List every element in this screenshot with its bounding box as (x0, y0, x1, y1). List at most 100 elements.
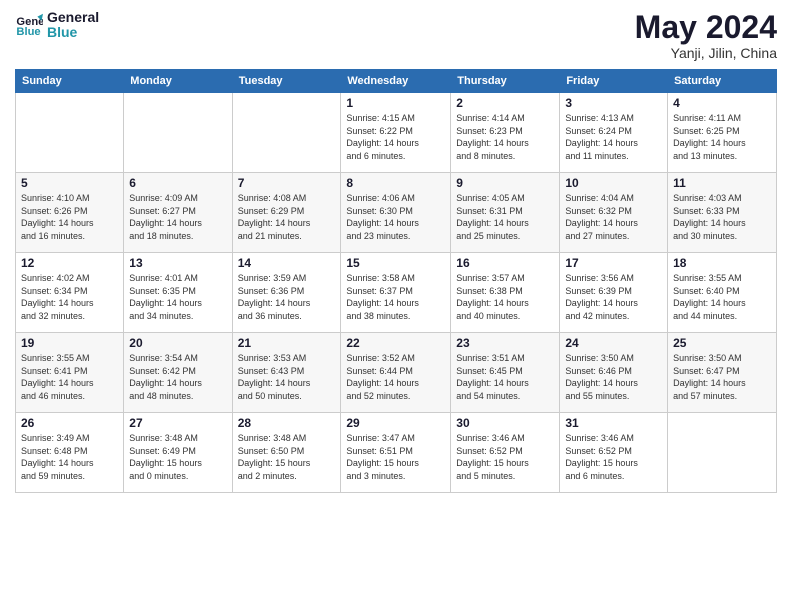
location-subtitle: Yanji, Jilin, China (635, 45, 777, 61)
calendar-cell: 16 Sunrise: 3:57 AM Sunset: 6:38 PM Dayli… (451, 253, 560, 333)
calendar-cell: 26Sunrise: 3:49 AM Sunset: 6:48 PM Dayli… (16, 413, 124, 493)
day-info: Sunrise: 3:49 AM Sunset: 6:48 PM Dayligh… (21, 432, 118, 482)
day-number: 30 (456, 416, 554, 430)
day-number: 28 (238, 416, 336, 430)
column-header-saturday: Saturday (668, 70, 777, 93)
day-info: Sunrise: 4:01 AM Sunset: 6:35 PM Dayligh… (129, 272, 226, 322)
calendar-week-4: 19 Sunrise: 3:55 AM Sunset: 6:41 PM Dayli… (16, 333, 777, 413)
calendar-cell: 7 Sunrise: 4:08 AM Sunset: 6:29 PM Daylig… (232, 173, 341, 253)
day-info: Sunrise: 3:48 AM Sunset: 6:49 PM Dayligh… (129, 432, 226, 482)
day-number: 19 (21, 336, 118, 350)
calendar-cell (232, 93, 341, 173)
calendar-cell: 3 Sunrise: 4:13 AM Sunset: 6:24 PM Daylig… (560, 93, 668, 173)
column-header-monday: Monday (124, 70, 232, 93)
day-number: 12 (21, 256, 118, 270)
day-info: Sunrise: 3:55 AM Sunset: 6:40 PM Dayligh… (673, 272, 771, 322)
day-info: Sunrise: 4:10 AM Sunset: 6:26 PM Dayligh… (21, 192, 118, 242)
day-number: 9 (456, 176, 554, 190)
day-info: Sunrise: 3:52 AM Sunset: 6:44 PM Dayligh… (346, 352, 445, 402)
calendar-week-2: 5 Sunrise: 4:10 AM Sunset: 6:26 PM Daylig… (16, 173, 777, 253)
calendar-cell: 31Sunrise: 3:46 AM Sunset: 6:52 PM Dayli… (560, 413, 668, 493)
day-number: 23 (456, 336, 554, 350)
day-number: 7 (238, 176, 336, 190)
calendar-cell: 23 Sunrise: 3:51 AM Sunset: 6:45 PM Dayli… (451, 333, 560, 413)
calendar-cell: 25 Sunrise: 3:50 AM Sunset: 6:47 PM Dayli… (668, 333, 777, 413)
calendar-cell: 5 Sunrise: 4:10 AM Sunset: 6:26 PM Daylig… (16, 173, 124, 253)
day-number: 27 (129, 416, 226, 430)
day-info: Sunrise: 3:55 AM Sunset: 6:41 PM Dayligh… (21, 352, 118, 402)
day-number: 13 (129, 256, 226, 270)
calendar-cell: 1 Sunrise: 4:15 AM Sunset: 6:22 PM Daylig… (341, 93, 451, 173)
day-number: 24 (565, 336, 662, 350)
day-number: 5 (21, 176, 118, 190)
day-number: 15 (346, 256, 445, 270)
day-info: Sunrise: 4:04 AM Sunset: 6:32 PM Dayligh… (565, 192, 662, 242)
day-info: Sunrise: 4:08 AM Sunset: 6:29 PM Dayligh… (238, 192, 336, 242)
calendar-cell: 19 Sunrise: 3:55 AM Sunset: 6:41 PM Dayli… (16, 333, 124, 413)
day-info: Sunrise: 3:50 AM Sunset: 6:47 PM Dayligh… (673, 352, 771, 402)
day-number: 18 (673, 256, 771, 270)
day-info: Sunrise: 4:05 AM Sunset: 6:31 PM Dayligh… (456, 192, 554, 242)
calendar-cell: 29Sunrise: 3:47 AM Sunset: 6:51 PM Dayli… (341, 413, 451, 493)
calendar-cell: 13 Sunrise: 4:01 AM Sunset: 6:35 PM Dayli… (124, 253, 232, 333)
day-number: 25 (673, 336, 771, 350)
day-number: 8 (346, 176, 445, 190)
day-info: Sunrise: 4:06 AM Sunset: 6:30 PM Dayligh… (346, 192, 445, 242)
calendar-table: SundayMondayTuesdayWednesdayThursdayFrid… (15, 69, 777, 493)
column-header-tuesday: Tuesday (232, 70, 341, 93)
day-info: Sunrise: 4:14 AM Sunset: 6:23 PM Dayligh… (456, 112, 554, 162)
day-number: 3 (565, 96, 662, 110)
calendar-cell: 11 Sunrise: 4:03 AM Sunset: 6:33 PM Dayli… (668, 173, 777, 253)
logo-icon: General Blue (15, 11, 43, 39)
day-number: 14 (238, 256, 336, 270)
day-info: Sunrise: 3:56 AM Sunset: 6:39 PM Dayligh… (565, 272, 662, 322)
calendar-cell: 17 Sunrise: 3:56 AM Sunset: 6:39 PM Dayli… (560, 253, 668, 333)
day-info: Sunrise: 4:09 AM Sunset: 6:27 PM Dayligh… (129, 192, 226, 242)
day-info: Sunrise: 3:54 AM Sunset: 6:42 PM Dayligh… (129, 352, 226, 402)
day-number: 20 (129, 336, 226, 350)
day-info: Sunrise: 3:46 AM Sunset: 6:52 PM Dayligh… (456, 432, 554, 482)
day-number: 10 (565, 176, 662, 190)
svg-text:Blue: Blue (16, 26, 40, 38)
calendar-cell (16, 93, 124, 173)
calendar-cell: 20 Sunrise: 3:54 AM Sunset: 6:42 PM Dayli… (124, 333, 232, 413)
calendar-container: General Blue General Blue May 2024 Yanji… (0, 0, 792, 503)
day-info: Sunrise: 4:02 AM Sunset: 6:34 PM Dayligh… (21, 272, 118, 322)
day-number: 1 (346, 96, 445, 110)
day-number: 21 (238, 336, 336, 350)
day-info: Sunrise: 3:57 AM Sunset: 6:38 PM Dayligh… (456, 272, 554, 322)
calendar-week-3: 12 Sunrise: 4:02 AM Sunset: 6:34 PM Dayli… (16, 253, 777, 333)
logo-general: General (47, 9, 99, 25)
calendar-cell: 10 Sunrise: 4:04 AM Sunset: 6:32 PM Dayli… (560, 173, 668, 253)
month-title: May 2024 (635, 10, 777, 45)
calendar-cell: 21 Sunrise: 3:53 AM Sunset: 6:43 PM Dayli… (232, 333, 341, 413)
day-info: Sunrise: 3:59 AM Sunset: 6:36 PM Dayligh… (238, 272, 336, 322)
day-number: 4 (673, 96, 771, 110)
calendar-cell: 30 Sunrise: 3:46 AM Sunset: 6:52 PM Dayli… (451, 413, 560, 493)
day-info: Sunrise: 3:47 AM Sunset: 6:51 PM Dayligh… (346, 432, 445, 482)
calendar-cell: 4Sunrise: 4:11 AM Sunset: 6:25 PM Daylig… (668, 93, 777, 173)
calendar-cell: 15 Sunrise: 3:58 AM Sunset: 6:37 PM Dayli… (341, 253, 451, 333)
calendar-cell: 8 Sunrise: 4:06 AM Sunset: 6:30 PM Daylig… (341, 173, 451, 253)
header: General Blue General Blue May 2024 Yanji… (15, 10, 777, 61)
calendar-cell (668, 413, 777, 493)
day-number: 11 (673, 176, 771, 190)
calendar-cell: 27 Sunrise: 3:48 AM Sunset: 6:49 PM Dayli… (124, 413, 232, 493)
day-number: 6 (129, 176, 226, 190)
column-header-friday: Friday (560, 70, 668, 93)
day-info: Sunrise: 3:51 AM Sunset: 6:45 PM Dayligh… (456, 352, 554, 402)
day-info: Sunrise: 4:13 AM Sunset: 6:24 PM Dayligh… (565, 112, 662, 162)
day-info: Sunrise: 4:15 AM Sunset: 6:22 PM Dayligh… (346, 112, 445, 162)
day-info: Sunrise: 3:58 AM Sunset: 6:37 PM Dayligh… (346, 272, 445, 322)
calendar-cell: 18 Sunrise: 3:55 AM Sunset: 6:40 PM Dayli… (668, 253, 777, 333)
calendar-cell: 24Sunrise: 3:50 AM Sunset: 6:46 PM Dayli… (560, 333, 668, 413)
day-number: 16 (456, 256, 554, 270)
calendar-cell: 9 Sunrise: 4:05 AM Sunset: 6:31 PM Daylig… (451, 173, 560, 253)
calendar-cell: 2Sunrise: 4:14 AM Sunset: 6:23 PM Daylig… (451, 93, 560, 173)
logo-blue: Blue (47, 24, 77, 40)
day-info: Sunrise: 3:53 AM Sunset: 6:43 PM Dayligh… (238, 352, 336, 402)
calendar-cell: 6 Sunrise: 4:09 AM Sunset: 6:27 PM Daylig… (124, 173, 232, 253)
day-info: Sunrise: 3:46 AM Sunset: 6:52 PM Dayligh… (565, 432, 662, 482)
day-info: Sunrise: 4:03 AM Sunset: 6:33 PM Dayligh… (673, 192, 771, 242)
day-number: 17 (565, 256, 662, 270)
